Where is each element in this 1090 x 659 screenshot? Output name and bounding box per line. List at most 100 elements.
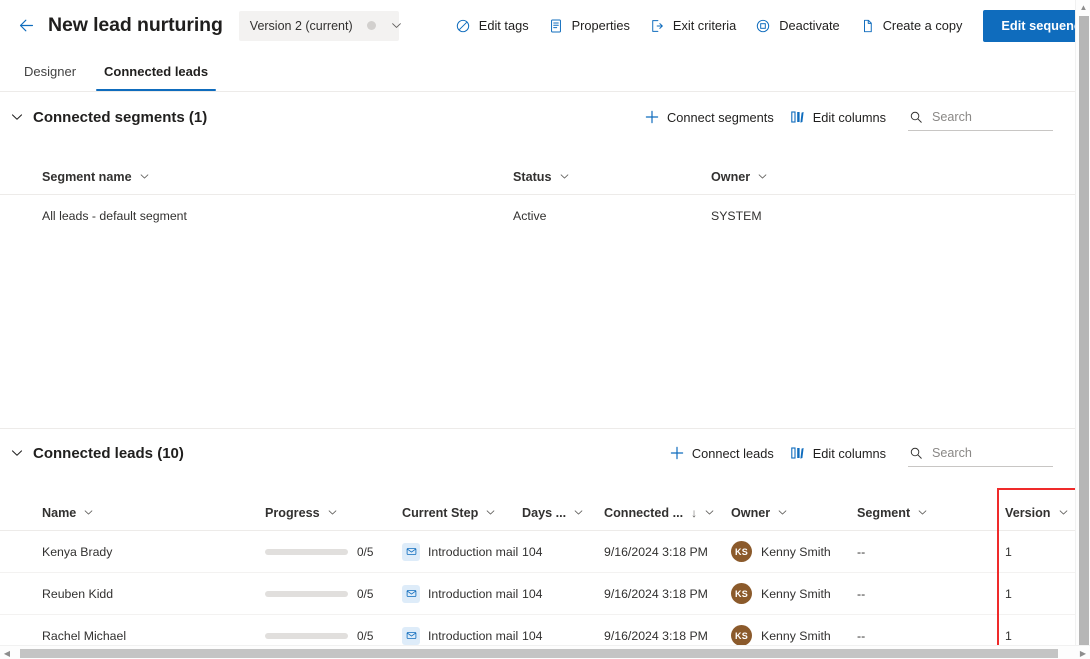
cell-segment: -- — [857, 586, 866, 601]
edit-columns-leads-label: Edit columns — [812, 445, 886, 461]
chevron-down-icon — [757, 171, 768, 182]
current-step-label: Introduction mail — [428, 586, 519, 601]
cell-connected: 9/16/2024 3:18 PM — [604, 586, 708, 601]
column-label: Owner — [731, 505, 771, 520]
progress-bar — [265, 548, 348, 555]
cell-status: Active — [513, 209, 547, 223]
cell-version: 1 — [1005, 544, 1012, 559]
leads-search-box[interactable] — [908, 439, 1053, 467]
leads-table-header: Name Progress Current Step Days ... Conn… — [0, 495, 1075, 531]
column-header-connected[interactable]: Connected ... ↓ — [604, 495, 731, 531]
connect-leads-label: Connect leads — [691, 445, 774, 461]
segments-search-box[interactable] — [908, 103, 1053, 131]
chevron-down-icon — [390, 19, 403, 32]
column-header-owner[interactable]: Owner — [711, 159, 911, 195]
table-row[interactable]: Reuben Kidd 0/5 Introduction mail 104 9/… — [0, 573, 1075, 615]
exit-icon — [648, 17, 666, 35]
app-root: New lead nurturing Version 2 (current) E… — [0, 0, 1090, 659]
search-icon — [908, 445, 924, 461]
owner-name: Kenny Smith — [761, 586, 831, 601]
column-header-days[interactable]: Days ... — [522, 495, 604, 531]
leads-table: Name Progress Current Step Days ... Conn… — [0, 495, 1075, 657]
cell-progress: 0/5 — [265, 531, 402, 573]
exit-criteria-button[interactable]: Exit criteria — [639, 10, 745, 42]
avatar: KS — [731, 541, 752, 562]
deactivate-button[interactable]: Deactivate — [745, 10, 848, 42]
column-label: Progress — [265, 505, 320, 520]
edit-sequence-button[interactable]: Edit sequence — [983, 9, 1090, 42]
avatar: KS — [731, 583, 752, 604]
connect-segments-button[interactable]: Connect segments — [636, 102, 782, 132]
mail-icon — [402, 626, 420, 645]
table-row[interactable]: Kenya Brady 0/5 Introduction mail 104 9/… — [0, 531, 1075, 573]
create-a-copy-button[interactable]: Create a copy — [849, 10, 972, 42]
tab-connected-leads[interactable]: Connected leads — [96, 51, 217, 91]
cell-owner: KS Kenny Smith — [731, 531, 857, 573]
mail-icon — [402, 542, 420, 561]
edit-columns-leads-button[interactable]: Edit columns — [782, 438, 894, 468]
arrow-left-icon — [17, 16, 36, 35]
version-selector[interactable]: Version 2 (current) — [238, 10, 401, 41]
properties-button[interactable]: Properties — [538, 10, 639, 42]
chevron-down-icon — [559, 171, 570, 182]
edit-tags-button[interactable]: Edit tags — [445, 10, 538, 42]
scroll-right-arrow-icon[interactable]: ▶ — [1076, 646, 1090, 659]
cell-owner: KS Kenny Smith — [731, 573, 857, 615]
progress-bar — [265, 590, 348, 597]
cell-current-step: Introduction mail — [402, 573, 522, 615]
connected-leads-collapse-toggle[interactable]: Connected leads (10) — [0, 444, 184, 462]
connected-segments-title: Connected segments (1) — [33, 108, 208, 126]
exit-criteria-label: Exit criteria — [672, 18, 737, 33]
tab-designer[interactable]: Designer — [16, 51, 84, 91]
cell-segment-name: All leads - default segment — [42, 209, 187, 223]
progress-text: 0/5 — [357, 586, 374, 601]
chevron-down-icon — [704, 507, 715, 518]
table-row[interactable]: All leads - default segment Active SYSTE… — [0, 195, 1075, 237]
plus-icon — [669, 445, 685, 461]
cell-connected: 9/16/2024 3:18 PM — [604, 544, 708, 559]
sort-ascending-icon: ↓ — [691, 505, 698, 520]
connect-leads-button[interactable]: Connect leads — [661, 438, 782, 468]
leads-search-input[interactable] — [932, 445, 1042, 460]
connected-segments-collapse-toggle[interactable]: Connected segments (1) — [0, 108, 207, 126]
progress-bar — [265, 632, 348, 639]
column-header-current-step[interactable]: Current Step — [402, 495, 522, 531]
current-step-label: Introduction mail — [428, 544, 519, 559]
connect-segments-label: Connect segments — [667, 109, 774, 125]
page-title: New lead nurturing — [48, 14, 223, 36]
current-step-label: Introduction mail — [428, 628, 519, 643]
cell-owner: SYSTEM — [711, 209, 762, 223]
edit-columns-segments-label: Edit columns — [812, 109, 886, 125]
chevron-down-icon — [777, 507, 788, 518]
scroll-left-arrow-icon[interactable]: ◀ — [0, 646, 14, 659]
column-label: Status — [513, 169, 552, 184]
column-header-progress[interactable]: Progress — [265, 495, 402, 531]
horizontal-scrollbar[interactable]: ◀ ▶ — [0, 645, 1090, 659]
chevron-down-icon — [917, 507, 928, 518]
tab-strip: Designer Connected leads — [0, 51, 1075, 92]
mail-icon — [402, 584, 420, 603]
column-header-version[interactable]: Version — [987, 495, 1075, 531]
chevron-down-icon — [8, 444, 26, 462]
connected-segments-actions: Connect segments Edit columns — [636, 102, 1075, 132]
column-header-status[interactable]: Status — [513, 159, 711, 195]
chevron-down-icon — [1058, 507, 1069, 518]
chevron-down-icon — [8, 108, 26, 126]
vertical-scrollbar[interactable]: ▲ — [1075, 0, 1090, 646]
cell-days: 104 — [522, 586, 543, 601]
edit-columns-segments-button[interactable]: Edit columns — [782, 102, 894, 132]
segments-search-input[interactable] — [932, 109, 1042, 124]
column-header-name[interactable]: Name — [0, 495, 265, 531]
horizontal-scroll-thumb[interactable] — [20, 648, 1058, 658]
version-status-dot — [366, 21, 376, 30]
vertical-scroll-thumb[interactable] — [1078, 16, 1089, 646]
column-header-segment-name[interactable]: Segment name — [0, 159, 513, 195]
deactivate-label: Deactivate — [779, 18, 840, 33]
column-label: Days ... — [522, 505, 567, 520]
column-label: Segment name — [42, 169, 132, 184]
back-button[interactable] — [10, 10, 42, 42]
column-header-segment[interactable]: Segment — [857, 495, 987, 531]
column-header-owner[interactable]: Owner — [731, 495, 857, 531]
scroll-up-arrow-icon[interactable]: ▲ — [1076, 0, 1090, 14]
chevron-down-icon — [83, 507, 94, 518]
